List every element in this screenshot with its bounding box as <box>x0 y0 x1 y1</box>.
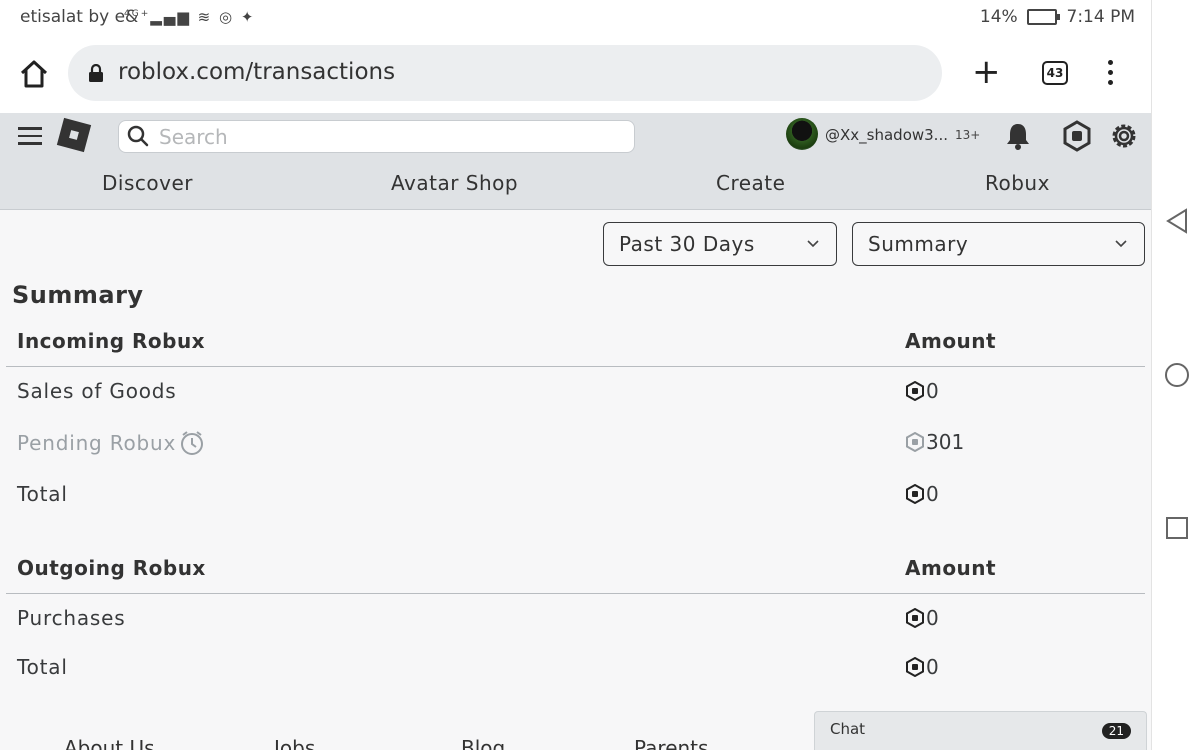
clock-icon <box>181 431 204 455</box>
table-row-label: Pending Robux <box>17 430 205 456</box>
search-input[interactable] <box>157 123 621 151</box>
incoming-header: Incoming Robux <box>17 329 206 353</box>
lock-icon <box>89 64 103 82</box>
divider <box>6 366 1145 367</box>
username[interactable]: @Xx_shadow3... <box>825 126 948 144</box>
view-select-value: Summary <box>868 232 969 256</box>
robux-icon <box>906 380 924 402</box>
home-icon[interactable] <box>18 58 50 90</box>
robux-icon[interactable] <box>1061 120 1093 152</box>
page-title: Summary <box>12 281 144 309</box>
main-nav: Discover Avatar Shop Create Robux <box>0 169 1151 205</box>
table-row-label: Sales of Goods <box>17 379 177 403</box>
signal-icons: 4G+▂▄▆ ≋ ◎ ✦ <box>124 8 256 26</box>
footer-link-jobs[interactable]: Jobs <box>274 736 315 750</box>
outgoing-header: Outgoing Robux <box>17 556 206 580</box>
view-select[interactable]: Summary <box>852 222 1145 266</box>
screen: etisalat by e& 4G+▂▄▆ ≋ ◎ ✦ 14% 7:14 PM … <box>0 0 1151 750</box>
table-row-amount: 0 <box>906 379 939 403</box>
nav-create[interactable]: Create <box>716 171 785 195</box>
battery-icon <box>1027 9 1061 25</box>
table-row-amount: 0 <box>906 482 939 506</box>
table-row-amount: 0 <box>906 606 939 630</box>
gear-icon[interactable] <box>1108 120 1140 152</box>
new-tab-button[interactable]: + <box>972 55 1001 89</box>
period-select[interactable]: Past 30 Days <box>603 222 837 266</box>
url-text: roblox.com/transactions <box>118 59 396 85</box>
roblox-header: @Xx_shadow3... 13+ Discover Avatar Shop … <box>0 113 1151 210</box>
browser-toolbar: roblox.com/transactions + 43 <box>0 34 1151 113</box>
table-row-amount: 0 <box>906 655 939 679</box>
chat-bar[interactable]: Chat 21 <box>814 711 1147 750</box>
status-bar: etisalat by e& 4G+▂▄▆ ≋ ◎ ✦ 14% 7:14 PM <box>0 0 1151 34</box>
outgoing-amount-header: Amount <box>905 556 997 580</box>
robux-icon <box>906 431 924 453</box>
robux-icon <box>906 607 924 629</box>
home-nav-icon[interactable] <box>1164 362 1190 388</box>
browser-menu-button[interactable] <box>1098 60 1122 88</box>
hamburger-menu-icon[interactable] <box>18 127 42 147</box>
search-icon[interactable] <box>127 125 149 147</box>
footer-link-parents[interactable]: Parents <box>634 736 708 750</box>
age-badge: 13+ <box>955 128 981 142</box>
footer-link-blog[interactable]: Blog <box>461 736 505 750</box>
clock-time: 7:14 PM <box>1066 7 1136 27</box>
chevron-down-icon <box>1115 240 1127 248</box>
robux-icon <box>906 483 924 505</box>
tab-switcher-button[interactable]: 43 <box>1042 61 1068 85</box>
recents-icon[interactable] <box>1164 515 1190 541</box>
chevron-down-icon <box>807 240 819 248</box>
nav-discover[interactable]: Discover <box>102 171 193 195</box>
table-row-label: Purchases <box>17 606 126 630</box>
status-right: 14% 7:14 PM <box>980 7 1135 27</box>
chat-label: Chat <box>830 720 866 738</box>
avatar[interactable] <box>786 118 818 150</box>
nav-avatar-shop[interactable]: Avatar Shop <box>391 171 518 195</box>
carrier-name: etisalat by e& <box>20 7 139 27</box>
battery-percent: 14% <box>979 7 1018 27</box>
footer-link-about[interactable]: About Us <box>64 736 155 750</box>
nav-robux[interactable]: Robux <box>985 171 1050 195</box>
robux-icon <box>906 656 924 678</box>
table-row-label: Total <box>17 655 68 679</box>
period-select-value: Past 30 Days <box>619 232 755 256</box>
incoming-amount-header: Amount <box>905 329 997 353</box>
table-row-amount: 301 <box>906 430 964 454</box>
search-box <box>118 120 635 153</box>
address-bar[interactable]: roblox.com/transactions <box>68 45 942 101</box>
bell-icon[interactable] <box>1004 121 1032 151</box>
divider <box>6 593 1145 594</box>
system-nav-bar <box>1151 0 1200 750</box>
roblox-logo[interactable] <box>56 117 92 153</box>
chat-count-badge: 21 <box>1101 723 1131 739</box>
back-icon[interactable] <box>1164 208 1190 234</box>
table-row-label: Total <box>17 482 68 506</box>
